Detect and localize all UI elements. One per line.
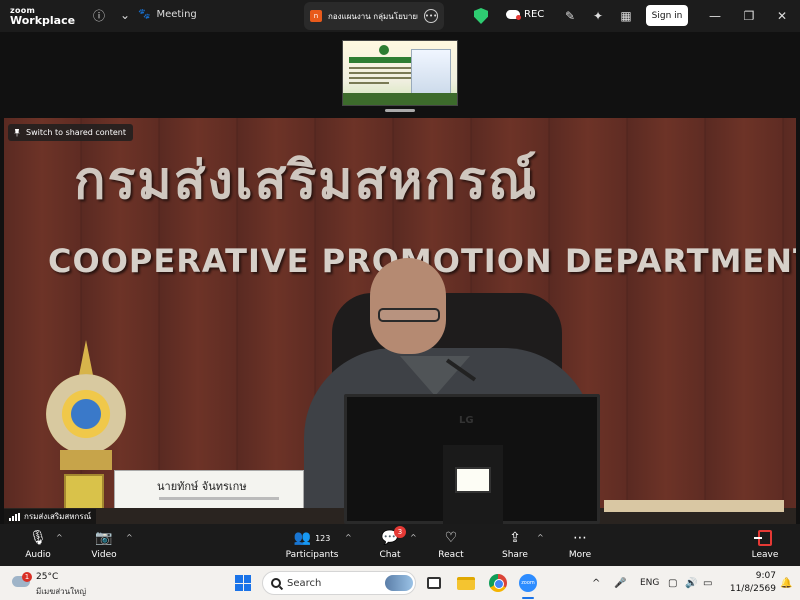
- video-feed: กรมส่งเสริมสหกรณ์ COOPERATIVE PROMOTION …: [4, 118, 796, 524]
- notification-bell-icon[interactable]: 🔔: [780, 575, 792, 591]
- share-button[interactable]: ⇪ Share: [487, 528, 543, 564]
- more-icon: ⋯: [573, 530, 587, 546]
- share-options-chevron-icon[interactable]: ^: [537, 533, 544, 542]
- active-app-indicator: [522, 597, 534, 599]
- search-placeholder: Search: [287, 577, 322, 589]
- battery-icon[interactable]: ▭: [703, 575, 712, 591]
- monitor: LG: [344, 394, 600, 524]
- windows-taskbar: 1 25°C มีเมฆส่วนใหญ่ Search zoom ^ 🎤 ENG…: [0, 566, 800, 600]
- clock-time: 9:07: [755, 571, 776, 581]
- rec-label: REC: [524, 9, 545, 20]
- microphone-muted-icon: 🎙: [29, 530, 47, 546]
- weather-widget[interactable]: 1 25°C มีเมฆส่วนใหญ่: [12, 570, 112, 596]
- task-view-icon[interactable]: [424, 573, 444, 593]
- nameplate: นายทักษ์ จันทรเกษ: [114, 470, 304, 512]
- sign-in-button[interactable]: Sign in: [646, 5, 688, 26]
- chat-badge: 3: [394, 526, 406, 538]
- switch-to-shared-content-button[interactable]: Switch to shared content: [8, 124, 133, 141]
- restore-icon[interactable]: ❐: [738, 5, 760, 27]
- tray-chevron-icon[interactable]: ^: [592, 575, 600, 591]
- video-button[interactable]: 📷 Video: [76, 528, 132, 564]
- meeting-toolbar: 🎙 Audio ^ 📷 Video ^ 👥 123 Participants ^ …: [0, 524, 800, 566]
- participants-options-chevron-icon[interactable]: ^: [345, 533, 352, 542]
- weather-desc: มีเมฆส่วนใหญ่: [36, 587, 87, 596]
- zoom-app-icon[interactable]: zoom: [518, 573, 538, 593]
- language-indicator[interactable]: ENG: [640, 575, 659, 591]
- network-icon[interactable]: ▢: [668, 575, 677, 591]
- volume-icon[interactable]: 🔊: [685, 575, 697, 591]
- taskbar-clock[interactable]: 9:07 11/8/2569: [722, 570, 776, 596]
- search-icon: [271, 578, 281, 588]
- more-button[interactable]: ⋯ More: [552, 528, 608, 564]
- video-options-chevron-icon[interactable]: ^: [126, 533, 133, 542]
- chrome-icon[interactable]: [488, 573, 508, 593]
- file-explorer-icon[interactable]: [456, 573, 476, 593]
- zoom-logo: zoom Workplace: [0, 6, 80, 26]
- brand-line-2: Workplace: [10, 14, 76, 27]
- participant-name-tag: กรมส่งเสริมสหกรณ์: [4, 509, 97, 524]
- title-bar: zoom Workplace ⓘ ⌄ 🐾 Meeting n กองแผนงาน…: [0, 0, 800, 32]
- cloud-record-icon: [506, 10, 521, 20]
- pin-icon: [14, 128, 20, 137]
- glasses: [378, 308, 440, 322]
- nameplate-text: นายทักษ์ จันทรเกษ: [157, 480, 247, 493]
- minimize-icon[interactable]: —: [704, 5, 726, 27]
- meeting-tab[interactable]: n กองแผนงาน กลุ่มนโยบายและ •••: [304, 2, 444, 30]
- monitor-brand: LG: [459, 415, 474, 426]
- react-button[interactable]: ♡ React: [423, 528, 479, 564]
- taskbar-search[interactable]: Search: [262, 571, 416, 595]
- heart-icon: ♡: [444, 530, 458, 546]
- participants-icon: 👥 123: [293, 530, 331, 546]
- leave-icon: [754, 530, 772, 546]
- gold-box: [64, 474, 104, 510]
- department-emblem: [40, 340, 132, 470]
- info-icon[interactable]: ⓘ: [88, 4, 110, 26]
- weather-badge: 1: [22, 572, 32, 582]
- wall-sign-thai: กรมส่งเสริมสหกรณ์: [74, 150, 539, 211]
- share-screen-icon: ⇪: [509, 530, 521, 546]
- windows-start-icon[interactable]: [235, 575, 251, 591]
- search-highlight-image: [385, 575, 413, 591]
- tab-title: กองแผนงาน กลุ่มนโยบายและ: [328, 11, 418, 21]
- chevron-down-icon[interactable]: ⌄: [114, 4, 136, 26]
- sparkle-icon[interactable]: ✦: [587, 5, 609, 27]
- mic-tray-icon[interactable]: 🎤: [614, 575, 626, 591]
- speaker-head: [370, 258, 446, 354]
- shield-icon[interactable]: [474, 8, 488, 24]
- leave-button[interactable]: Leave: [737, 528, 793, 564]
- participants-count: 123: [315, 533, 331, 543]
- meeting-label: Meeting: [156, 9, 197, 20]
- participant-name: กรมส่งเสริมสหกรณ์: [24, 512, 92, 521]
- clock-date: 11/8/2569: [729, 584, 776, 594]
- weather-temp: 25°C: [36, 572, 59, 582]
- resize-handle[interactable]: [385, 109, 415, 112]
- annotate-icon[interactable]: ✎: [559, 5, 581, 27]
- participants-button[interactable]: 👥 123 Participants: [284, 528, 340, 564]
- clapper-icon[interactable]: ▦: [615, 5, 637, 27]
- app-icon: n: [310, 10, 322, 22]
- close-icon[interactable]: ✕: [771, 5, 793, 27]
- audio-options-chevron-icon[interactable]: ^: [56, 533, 63, 542]
- more-options-icon[interactable]: •••: [424, 9, 438, 23]
- camera-icon: 📷: [95, 530, 113, 546]
- paw-icon: 🐾: [138, 9, 151, 20]
- record-button[interactable]: REC: [506, 9, 544, 20]
- chat-options-chevron-icon[interactable]: ^: [410, 533, 417, 542]
- meeting-menu[interactable]: 🐾 Meeting: [138, 9, 197, 20]
- shared-content-thumbnail[interactable]: [342, 40, 458, 106]
- signal-bars-icon: [9, 512, 20, 521]
- org-logo-icon: [379, 45, 389, 55]
- switch-label: Switch to shared content: [26, 128, 126, 137]
